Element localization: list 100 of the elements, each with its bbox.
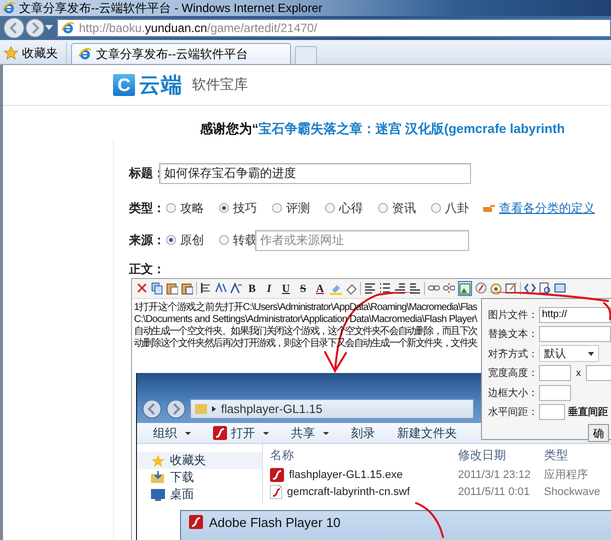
toolbar-button[interactable]: 刻录 [351, 424, 375, 442]
format-button[interactable]: U [279, 281, 293, 296]
logo-subtitle: 软件宝库 [192, 76, 248, 94]
copy-icon[interactable] [151, 282, 163, 295]
disc-icon[interactable] [490, 282, 502, 295]
heading-prefix: 感谢您为“ [200, 120, 258, 138]
list-icon[interactable] [379, 282, 391, 295]
format-button[interactable]: S [296, 281, 310, 296]
radio-button[interactable] [219, 203, 229, 213]
toolbar-button[interactable]: 打开 [213, 424, 269, 442]
radio-button[interactable] [431, 203, 441, 213]
file-date: 2011/3/1 23:12 [458, 468, 532, 480]
browser-icon [2, 1, 16, 15]
logo-name: 云端 [139, 73, 183, 99]
eraser-icon[interactable] [345, 282, 357, 295]
browser-icon [78, 47, 92, 61]
toolbar-button[interactable]: 组织 [153, 424, 191, 442]
radio-button[interactable] [325, 203, 335, 213]
favorites-button[interactable]: 收藏夹 [0, 42, 67, 64]
desktop-icon [151, 488, 165, 500]
field-label: 替换文本： [488, 328, 539, 342]
format-button[interactable]: A [313, 281, 327, 296]
nav-item[interactable]: 收藏夹 [137, 452, 262, 469]
toolbar-button[interactable]: 新建文件夹 [397, 424, 457, 442]
preview-icon[interactable] [539, 282, 551, 295]
column-header[interactable]: 修改日期 [458, 446, 544, 464]
height-input[interactable] [586, 365, 611, 382]
logo-mark: C [113, 74, 135, 96]
dropdown-icon[interactable] [45, 25, 53, 31]
radio-button[interactable] [166, 203, 176, 213]
radio-button[interactable] [166, 235, 176, 245]
format-button[interactable]: I [262, 281, 276, 296]
confirm-button[interactable]: 确 [588, 424, 609, 442]
caret-icon [185, 432, 191, 434]
text-lines-icon[interactable] [200, 282, 212, 295]
radio-label[interactable]: 心得 [339, 200, 363, 216]
back-button[interactable] [142, 399, 162, 419]
scissors-icon[interactable] [136, 282, 148, 295]
field-label: 正文： [129, 260, 159, 278]
nav-item[interactable]: 下载 [137, 469, 262, 486]
radio-label[interactable]: 资讯 [392, 200, 416, 216]
width-input[interactable] [539, 365, 571, 382]
align-left-icon[interactable] [364, 282, 376, 295]
indent-icon[interactable] [394, 282, 406, 295]
body-text-line: C:\Documents and Settings\Administrator\Application Data\Macromedia\Flash Player\ [134, 314, 477, 326]
title-input[interactable]: 如何保存宝石争霸的进度 [159, 162, 471, 184]
file-name[interactable]: gemcraft-labyrinth-cn.swf [270, 484, 458, 498]
browser-icon [61, 21, 75, 35]
back-button[interactable] [3, 17, 25, 39]
radio-button[interactable] [272, 203, 282, 213]
column-header[interactable]: 类型 [544, 446, 606, 464]
radio-button[interactable] [378, 203, 388, 213]
address-field[interactable]: http://baoku.yunduan.cn/game/artedit/21470/ [57, 19, 611, 37]
forward-button[interactable] [25, 18, 45, 38]
star-icon [4, 46, 18, 60]
clipboard-icon[interactable] [181, 282, 193, 295]
caret-icon [263, 432, 269, 434]
forward-button[interactable] [166, 399, 186, 419]
dimension-separator: x [576, 368, 581, 379]
align-select[interactable]: 默认 [539, 345, 599, 362]
border-input[interactable] [539, 384, 571, 401]
window-icon[interactable] [554, 282, 566, 295]
radio-label[interactable]: 八卦 [445, 200, 469, 216]
font-icon[interactable] [230, 282, 242, 295]
flash-file-icon [213, 426, 227, 440]
chevron-icon [212, 406, 216, 412]
column-header[interactable]: 名称 [270, 446, 458, 464]
paste-icon[interactable] [166, 282, 178, 295]
field-label: 图片文件： [488, 308, 539, 322]
breadcrumb-bar[interactable]: flashplayer-GL1.15 [190, 399, 474, 419]
format-button[interactable]: B [245, 281, 259, 296]
category-definition-link[interactable]: 查看各分类的定义 [499, 200, 595, 216]
file-type: 应用程序 [544, 468, 589, 482]
field-label: 类型： [129, 200, 159, 216]
outdent-icon[interactable] [409, 282, 421, 295]
file-name[interactable]: flashplayer-GL1.15.exe [270, 468, 458, 482]
radio-button[interactable] [219, 235, 229, 245]
unlink-icon[interactable] [443, 282, 455, 295]
text-input[interactable]: http:// [539, 306, 611, 323]
toolbar-button[interactable]: 共享 [291, 424, 329, 442]
caret-icon [588, 352, 594, 356]
radio-label[interactable]: 原创 [180, 232, 204, 248]
browser-tab[interactable]: 文章分享发布--云端软件平台 [71, 43, 291, 64]
text-input[interactable] [539, 326, 611, 342]
code-icon[interactable] [524, 282, 536, 295]
field-label: 垂直间距 [568, 406, 608, 420]
edit-icon[interactable] [505, 282, 517, 295]
radio-label[interactable]: 技巧 [233, 200, 257, 216]
game-name-link[interactable]: 宝石争霸失落之章：迷宫 汉化版(gemcrafe labyrinth [258, 120, 565, 138]
field-label: 边框大小： [488, 386, 539, 400]
radio-label[interactable]: 攻略 [180, 200, 204, 216]
window-title: Adobe Flash Player 10 [209, 515, 341, 530]
source-input[interactable]: 作者或来源网址 [255, 230, 469, 250]
field-label: 来源： [129, 232, 159, 248]
star-icon [151, 454, 165, 467]
insert-image-button[interactable] [458, 281, 472, 296]
nav-item[interactable]: 桌面 [137, 486, 262, 503]
flash-file-icon [270, 468, 284, 482]
radio-label[interactable]: 评测 [286, 200, 310, 216]
spacing-input[interactable] [539, 404, 565, 420]
